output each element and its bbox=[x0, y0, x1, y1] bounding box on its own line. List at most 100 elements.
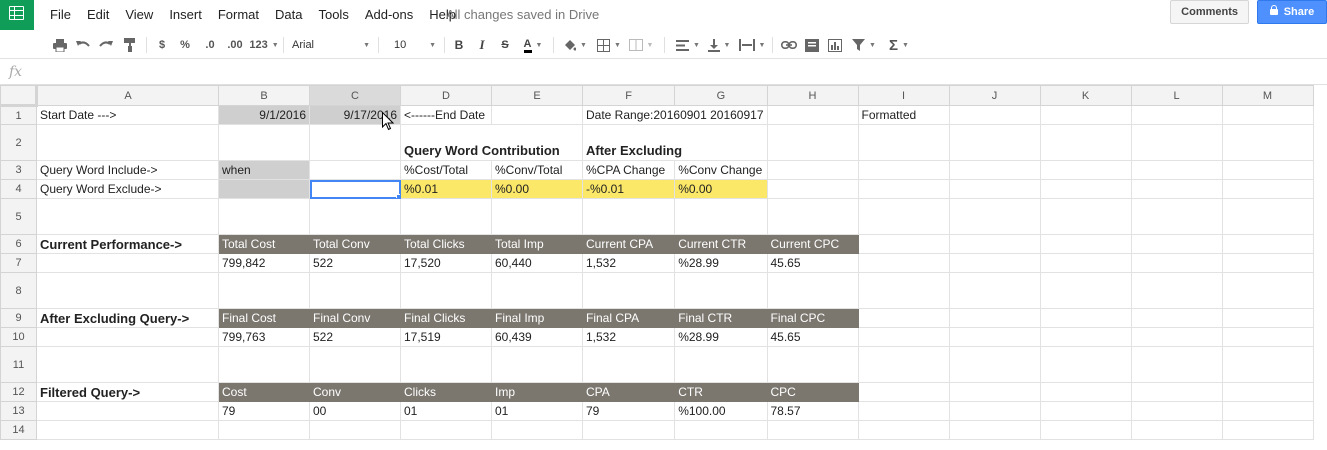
cell-b12[interactable]: Cost bbox=[218, 382, 310, 402]
cell-k10[interactable] bbox=[1039, 327, 1132, 347]
comments-button[interactable]: Comments bbox=[1170, 0, 1249, 24]
cell-i14[interactable] bbox=[857, 420, 950, 440]
cell-l10[interactable] bbox=[1130, 327, 1223, 347]
cell-i9[interactable] bbox=[857, 308, 950, 328]
cell-m12[interactable] bbox=[1221, 382, 1314, 402]
cell-h5[interactable] bbox=[766, 198, 859, 235]
cell-f4[interactable]: -%0.01 bbox=[581, 179, 676, 199]
cell-a5[interactable] bbox=[36, 198, 219, 235]
cell-l7[interactable] bbox=[1130, 253, 1223, 273]
cell-k14[interactable] bbox=[1039, 420, 1132, 440]
cell-b8[interactable] bbox=[218, 272, 310, 309]
cell-d13[interactable]: 01 bbox=[400, 401, 492, 421]
cell-b1[interactable]: 9/1/2016 bbox=[218, 105, 310, 125]
menu-view[interactable]: View bbox=[125, 7, 153, 22]
paint-format-icon[interactable] bbox=[121, 36, 139, 54]
cell-b14[interactable] bbox=[218, 420, 310, 440]
insert-chart-icon[interactable] bbox=[826, 36, 844, 54]
column-header-c[interactable]: C bbox=[309, 85, 401, 106]
column-header-e[interactable]: E bbox=[491, 85, 583, 106]
cell-e9[interactable]: Final Imp bbox=[491, 308, 583, 328]
borders-icon[interactable]: ▼ bbox=[596, 36, 622, 54]
cell-k9[interactable] bbox=[1039, 308, 1132, 328]
cell-g12[interactable]: CTR bbox=[674, 382, 768, 402]
row-header[interactable]: 6 bbox=[0, 234, 37, 254]
row-header[interactable]: 1 bbox=[0, 105, 37, 125]
cell-h10[interactable]: 45.65 bbox=[766, 327, 859, 347]
sheets-logo-icon[interactable] bbox=[0, 0, 34, 30]
cell-c8[interactable] bbox=[309, 272, 401, 309]
cell-i4[interactable] bbox=[857, 179, 950, 199]
row-header[interactable]: 12 bbox=[0, 382, 37, 402]
cell-j8[interactable] bbox=[948, 272, 1041, 309]
cell-b5[interactable] bbox=[218, 198, 310, 235]
column-header-d[interactable]: D bbox=[400, 85, 492, 106]
cell-g3[interactable]: %Conv Change bbox=[674, 160, 768, 180]
cell-e12[interactable]: Imp bbox=[491, 382, 583, 402]
column-header-a[interactable]: A bbox=[36, 85, 219, 106]
cell-i6[interactable] bbox=[857, 234, 950, 254]
cell-j14[interactable] bbox=[948, 420, 1041, 440]
cell-m11[interactable] bbox=[1221, 346, 1314, 383]
cell-l8[interactable] bbox=[1130, 272, 1223, 309]
cell-g7[interactable]: %28.99 bbox=[674, 253, 768, 273]
cell-j11[interactable] bbox=[948, 346, 1041, 383]
cell-c5[interactable] bbox=[309, 198, 401, 235]
cell-g5[interactable] bbox=[674, 198, 768, 235]
cell-b6[interactable]: Total Cost bbox=[218, 234, 310, 254]
cell-l14[interactable] bbox=[1130, 420, 1223, 440]
cell-m1[interactable] bbox=[1221, 105, 1314, 125]
cell-g6[interactable]: Current CTR bbox=[674, 234, 768, 254]
cell-a10[interactable] bbox=[36, 327, 219, 347]
cell-e4[interactable]: %0.00 bbox=[491, 179, 583, 199]
cell-e13[interactable]: 01 bbox=[491, 401, 583, 421]
cell-j1[interactable] bbox=[948, 105, 1041, 125]
cell-k7[interactable] bbox=[1039, 253, 1132, 273]
cell-d1[interactable]: <------End Date bbox=[400, 105, 492, 125]
cell-m5[interactable] bbox=[1221, 198, 1314, 235]
undo-icon[interactable] bbox=[74, 36, 92, 54]
cell-m13[interactable] bbox=[1221, 401, 1314, 421]
cell-a2[interactable] bbox=[36, 124, 219, 161]
cell-i10[interactable] bbox=[857, 327, 950, 347]
share-button[interactable]: Share bbox=[1257, 0, 1327, 24]
menu-addons[interactable]: Add-ons bbox=[365, 7, 413, 22]
filter-icon[interactable]: ▼ bbox=[850, 36, 878, 54]
cell-d12[interactable]: Clicks bbox=[400, 382, 492, 402]
cell-a14[interactable] bbox=[36, 420, 219, 440]
cell-l2[interactable] bbox=[1130, 124, 1223, 161]
cell-f9[interactable]: Final CPA bbox=[581, 308, 676, 328]
cell-e7[interactable]: 60,440 bbox=[491, 253, 583, 273]
cell-a4[interactable]: Query Word Exclude-> bbox=[36, 179, 219, 199]
cell-d14[interactable] bbox=[400, 420, 492, 440]
cell-d11[interactable] bbox=[400, 346, 492, 383]
save-status[interactable]: All changes saved in Drive bbox=[446, 7, 599, 22]
cell-d7[interactable]: 17,520 bbox=[400, 253, 492, 273]
cell-d4[interactable]: %0.01 bbox=[400, 179, 492, 199]
cell-f13[interactable]: 79 bbox=[581, 401, 676, 421]
cell-i1[interactable]: Formatted bbox=[857, 105, 950, 125]
cell-b13[interactable]: 79 bbox=[218, 401, 310, 421]
row-header[interactable]: 8 bbox=[0, 272, 37, 309]
cell-h3[interactable] bbox=[766, 160, 859, 180]
fill-handle[interactable] bbox=[396, 194, 400, 198]
cell-b4[interactable] bbox=[218, 179, 310, 199]
formula-input[interactable] bbox=[36, 63, 1327, 81]
row-header[interactable]: 2 bbox=[0, 124, 37, 161]
cell-a1[interactable]: Start Date ---> bbox=[36, 105, 219, 125]
strikethrough-button[interactable]: S bbox=[498, 36, 512, 54]
cell-d2[interactable]: Query Word Contribution bbox=[400, 124, 583, 161]
cell-i11[interactable] bbox=[857, 346, 950, 383]
cell-h7[interactable]: 45.65 bbox=[766, 253, 859, 273]
menu-format[interactable]: Format bbox=[218, 7, 259, 22]
row-header[interactable]: 3 bbox=[0, 160, 37, 180]
cell-c13[interactable]: 00 bbox=[309, 401, 401, 421]
cell-m2[interactable] bbox=[1221, 124, 1314, 161]
cell-l9[interactable] bbox=[1130, 308, 1223, 328]
row-header[interactable]: 7 bbox=[0, 253, 37, 273]
cell-a11[interactable] bbox=[36, 346, 219, 383]
column-header-b[interactable]: B bbox=[218, 85, 310, 106]
cell-h1[interactable] bbox=[766, 105, 859, 125]
cell-h2[interactable] bbox=[766, 124, 859, 161]
cell-k3[interactable] bbox=[1039, 160, 1132, 180]
